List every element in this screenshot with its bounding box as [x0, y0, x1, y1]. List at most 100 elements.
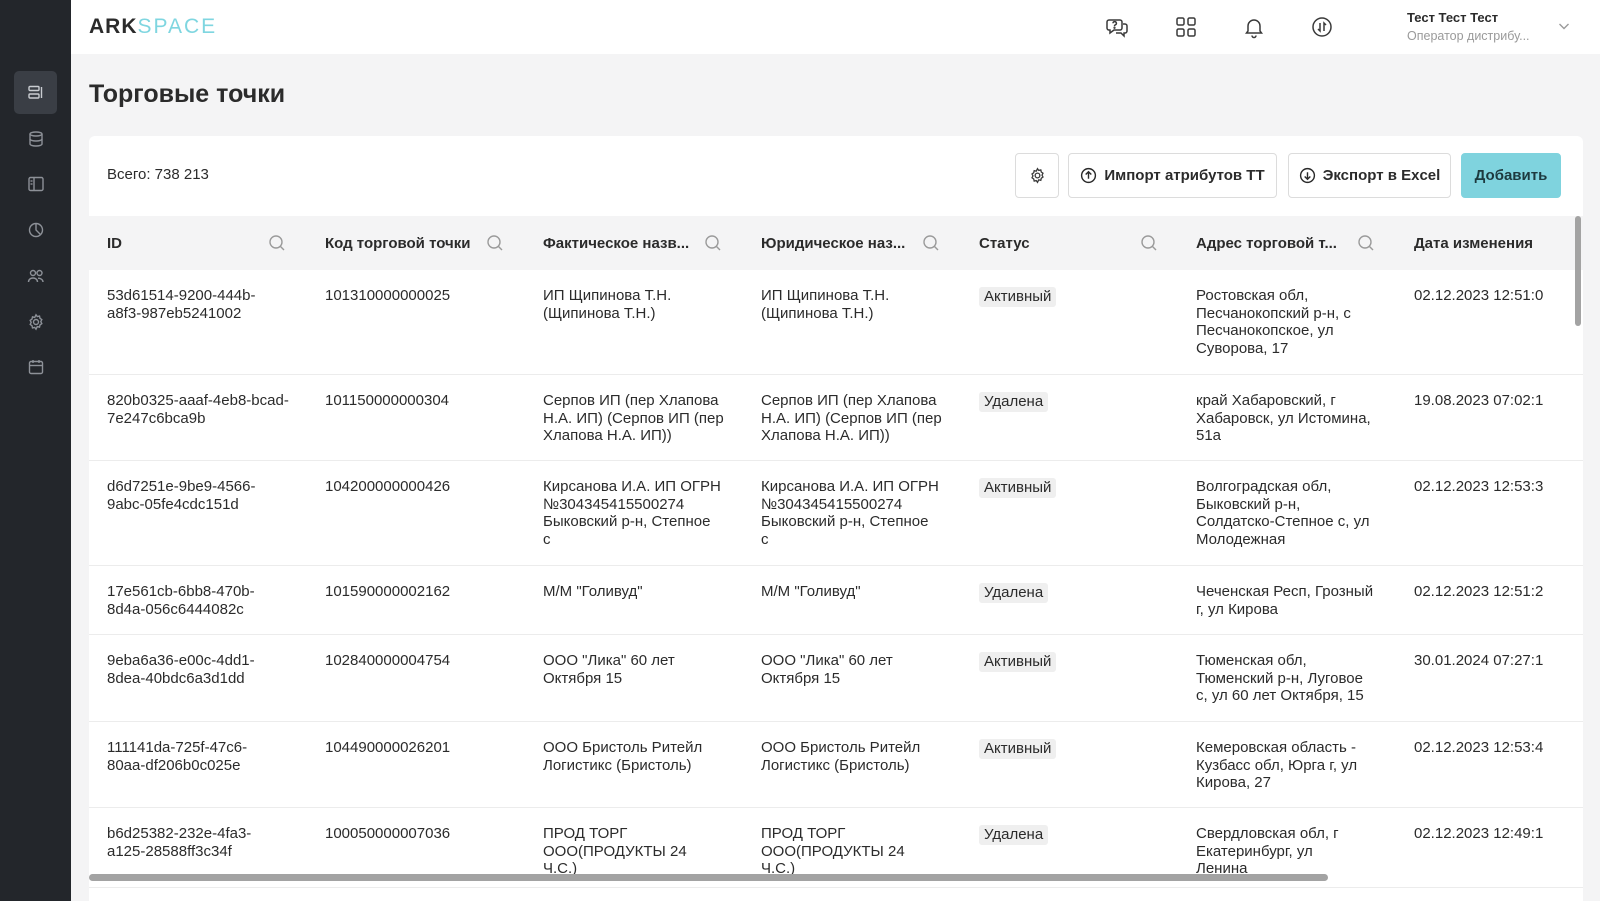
- cell-line: 8d4a-056c6444082c: [107, 600, 244, 618]
- sync-icon: [1312, 17, 1332, 37]
- cell-line: Быковский р-н, Степное: [543, 513, 711, 530]
- cell-status: Активный: [979, 287, 1057, 307]
- column-header-address[interactable]: Адрес торговой т...: [1196, 216, 1396, 270]
- cell-line: М/М "Голивуд": [543, 583, 643, 600]
- table-row[interactable]: 111141da-725f-47c6- 80aa-df206b0c025e 1044…: [89, 722, 1583, 808]
- user-name: Тест Тест Тест: [1407, 10, 1499, 25]
- cell-line: с: [761, 530, 769, 548]
- column-header-status[interactable]: Статус: [979, 216, 1179, 270]
- cell-line: ООО "Лика" 60 лет: [543, 652, 675, 669]
- cell-line: г, ул Кирова: [1196, 600, 1279, 618]
- table-settings-button[interactable]: [1015, 153, 1059, 198]
- table-row[interactable]: 9eba6a36-e00c-4dd1- 8dea-40bdc6a3d1dd 1028…: [89, 635, 1583, 722]
- cell-line: Октября 15: [761, 669, 841, 687]
- user-role: Оператор дистрибу...: [1407, 29, 1530, 43]
- export-excel-button[interactable]: Экспорт в Excel: [1288, 153, 1451, 198]
- cell-line: Тюменская обл,: [1196, 652, 1307, 669]
- search-icon[interactable]: [703, 233, 723, 253]
- cell-id: b6d25382-232e-4fa3- a125-28588ff3c34f: [107, 825, 251, 860]
- search-icon[interactable]: [1356, 233, 1376, 253]
- cell-line: Свердловская обл, г: [1196, 825, 1339, 842]
- table-card: Всего: 738 213 Импорт атрибутов ТТ Экспо…: [89, 136, 1583, 901]
- cell-line: 53d61514-9200-444b-: [107, 287, 256, 304]
- export-label: Экспорт в Excel: [1322, 167, 1441, 184]
- cell-address: Свердловская обл, г Екатеринбург, ул Ленин…: [1196, 825, 1339, 878]
- sidebar-item-calendar[interactable]: [14, 345, 57, 388]
- sidebar-item-reports[interactable]: [14, 208, 57, 251]
- search-icon[interactable]: [1139, 233, 1159, 253]
- cell-line: с, ул 60 лет Октября, 15: [1196, 687, 1364, 704]
- sidebar-item-list[interactable]: [14, 71, 57, 114]
- search-icon[interactable]: [267, 233, 287, 253]
- cell-line: Песчанокопский р-н, с: [1196, 304, 1351, 322]
- cell-id: d6d7251e-9be9-4566- 9abc-05fe4cdc151d: [107, 478, 255, 513]
- cell-line: Песчанокопское, ул: [1196, 322, 1334, 339]
- cell-line: Серпов ИП (пер Хлапова: [761, 392, 937, 409]
- cell-line: 111141da-725f-47c6-: [107, 739, 248, 756]
- cell-line: ООО(ПРОДУКТЫ 24: [761, 842, 905, 860]
- cell-line: ООО Бристоль Ритейл: [543, 739, 703, 756]
- column-header-id[interactable]: ID: [107, 216, 307, 270]
- horizontal-scrollbar[interactable]: [89, 874, 1328, 881]
- column-label: ID: [107, 234, 122, 252]
- cell-line: (Щипинова Т.Н.): [543, 304, 656, 322]
- cell-modified-date: 30.01.2024 07:27:1: [1414, 652, 1544, 669]
- apps-button[interactable]: [1171, 12, 1201, 42]
- column-header-actual-name[interactable]: Фактическое назв...: [543, 216, 743, 270]
- cell-code: 102840000004754: [325, 652, 451, 669]
- add-button[interactable]: Добавить: [1461, 153, 1561, 198]
- cell-line: ООО "Лика" 60 лет: [761, 652, 893, 669]
- status-badge: Удалена: [979, 583, 1049, 603]
- column-header-legal-name[interactable]: Юридическое наз...: [761, 216, 961, 270]
- cell-line: Суворова, 17: [1196, 339, 1289, 357]
- cell-status: Удалена: [979, 392, 1049, 412]
- sidebar-item-database[interactable]: [14, 117, 57, 160]
- chevron-down-icon[interactable]: [1556, 18, 1572, 34]
- cell-line: Кирсанова И.А. ИП ОГРН: [543, 478, 721, 495]
- cell-line: Кузбасс обл, Юрга г, ул: [1196, 756, 1358, 774]
- cell-line: ООО Бристоль Ритейл: [761, 739, 921, 756]
- sidebar: [0, 0, 71, 901]
- cell-status: Удалена: [979, 583, 1049, 603]
- vertical-scrollbar[interactable]: [1575, 216, 1581, 326]
- cell-line: Логистикс (Бристоль): [761, 756, 910, 774]
- column-header-modified-date[interactable]: Дата изменения: [1414, 216, 1583, 270]
- column-header-code[interactable]: Код торговой точки: [325, 216, 525, 270]
- gear-icon: [1030, 167, 1044, 184]
- cell-line: ИП Щипинова Т.Н.: [543, 287, 672, 304]
- import-attributes-button[interactable]: Импорт атрибутов ТТ: [1068, 153, 1277, 198]
- table-row[interactable]: d6d7251e-9be9-4566- 9abc-05fe4cdc151d 1042…: [89, 461, 1583, 566]
- user-menu[interactable]: Тест Тест Тест Оператор дистрибу...: [1407, 10, 1547, 46]
- search-icon[interactable]: [921, 233, 941, 253]
- cell-line: 9eba6a36-e00c-4dd1-: [107, 652, 255, 669]
- column-label: Адрес торговой т...: [1196, 234, 1337, 252]
- table-row[interactable]: 53d61514-9200-444b-a8f3-987eb5241002 1013…: [89, 270, 1583, 375]
- sidebar-item-settings[interactable]: [14, 300, 57, 343]
- column-label: Юридическое наз...: [761, 234, 906, 252]
- bell-icon: [1245, 19, 1263, 39]
- cell-line: 9abc-05fe4cdc151d: [107, 495, 239, 513]
- notifications-button[interactable]: [1239, 12, 1269, 42]
- sidebar-item-users[interactable]: [14, 254, 57, 297]
- cell-status: Активный: [979, 652, 1057, 672]
- cell-id: 9eba6a36-e00c-4dd1- 8dea-40bdc6a3d1dd: [107, 652, 255, 687]
- cell-line: Серпов ИП (пер Хлапова: [543, 392, 719, 409]
- logo[interactable]: ARKSPACE: [89, 16, 217, 38]
- table-row[interactable]: 17e561cb-6bb8-470b- 8d4a-056c6444082c 1015…: [89, 566, 1583, 635]
- table-row[interactable]: 820b0325-aaaf-4eb8-bcad- 7e247c6bca9b 1011…: [89, 375, 1583, 461]
- page-title: Торговые точки: [89, 80, 286, 108]
- cell-modified-date: 02.12.2023 12:53:3: [1414, 478, 1544, 495]
- cell-legal-name: Кирсанова И.А. ИП ОГРН №304345415500274 Бы…: [761, 478, 939, 548]
- cell-line: с: [543, 530, 551, 548]
- cell-line: Логистикс (Бристоль): [543, 756, 692, 774]
- sidebar-item-layout[interactable]: [14, 162, 57, 205]
- sync-button[interactable]: [1307, 12, 1337, 42]
- search-icon[interactable]: [485, 233, 505, 253]
- cell-modified-date: 02.12.2023 12:49:1: [1414, 825, 1544, 842]
- cell-address: Кемеровская область - Кузбасс обл, Юрга г…: [1196, 739, 1357, 792]
- cell-status: Активный: [979, 478, 1057, 498]
- support-button[interactable]: [1102, 12, 1132, 42]
- cell-code: 104490000026201: [325, 739, 451, 756]
- cell-code: 104200000000426: [325, 478, 451, 495]
- cell-line: №304345415500274: [761, 495, 903, 513]
